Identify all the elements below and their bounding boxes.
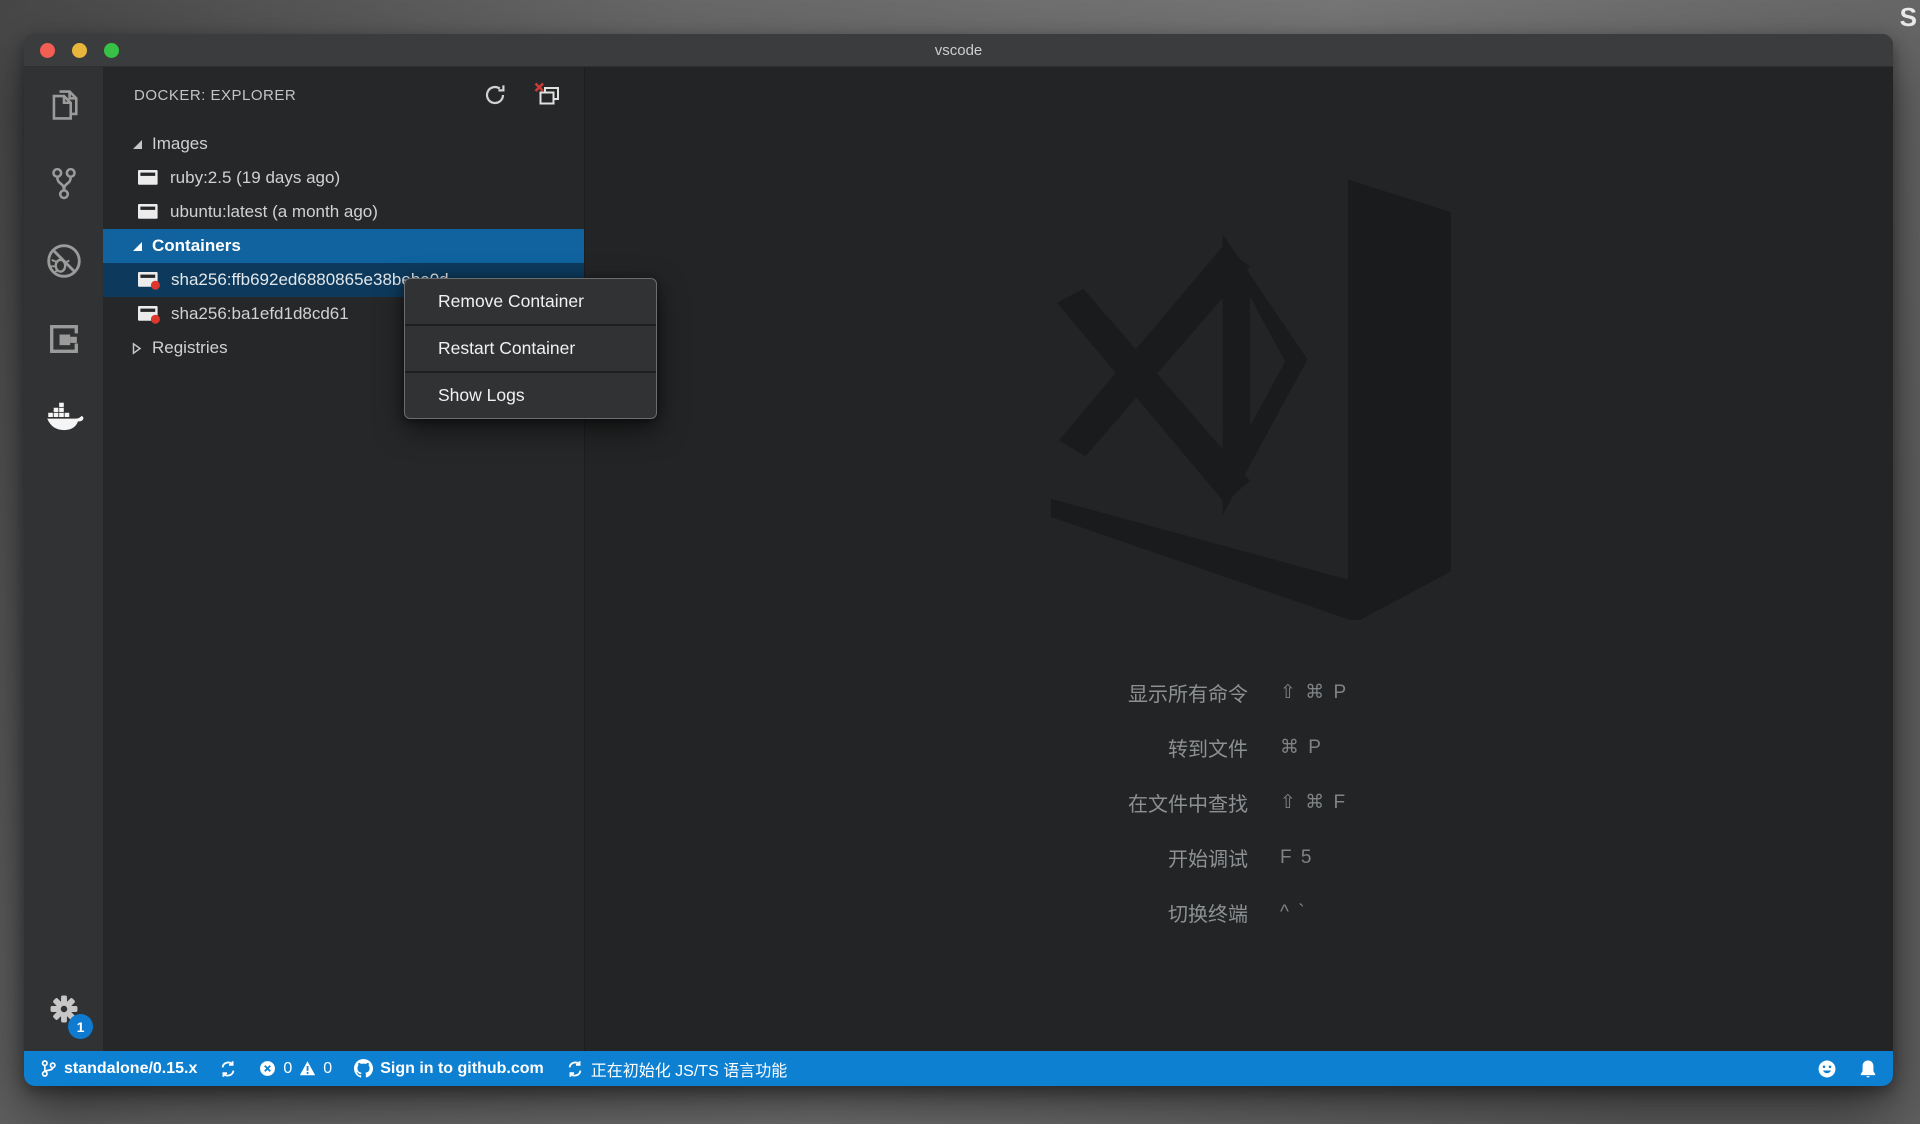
git-branch-icon bbox=[40, 1059, 57, 1078]
github-signin-label: Sign in to github.com bbox=[380, 1060, 544, 1078]
status-bar: standalone/0.15.x bbox=[24, 1051, 1893, 1086]
tree-section-images[interactable]: Images bbox=[103, 127, 584, 161]
shortcut-row: 开始调试 F 5 bbox=[968, 830, 1348, 885]
vscode-logo-watermark bbox=[1040, 115, 1470, 620]
shortcut-keys: F 5 bbox=[1280, 847, 1313, 869]
section-label: Containers bbox=[152, 236, 241, 256]
stopped-container-icon bbox=[137, 271, 161, 290]
section-label: Images bbox=[152, 134, 208, 154]
menu-item-show-logs[interactable]: Show Logs bbox=[405, 373, 656, 418]
activity-docker-button[interactable] bbox=[24, 384, 103, 450]
stopped-container-icon bbox=[137, 305, 161, 324]
language-status[interactable]: 正在初始化 JS/TS 语言功能 bbox=[566, 1057, 787, 1081]
minimize-window-button[interactable] bbox=[72, 43, 87, 58]
menu-item-restart-container[interactable]: Restart Container bbox=[405, 326, 656, 371]
github-icon bbox=[354, 1059, 373, 1078]
chevron-expanded-icon[interactable] bbox=[133, 140, 142, 149]
activity-explorer-button[interactable] bbox=[24, 72, 103, 138]
menu-item-remove-container[interactable]: Remove Container bbox=[405, 279, 656, 324]
prune-containers-icon bbox=[532, 80, 562, 110]
panel-title: DOCKER: EXPLORER bbox=[134, 87, 296, 104]
debug-disabled-icon bbox=[44, 241, 84, 281]
git-branch-status[interactable]: standalone/0.15.x bbox=[40, 1059, 197, 1078]
bell-icon bbox=[1859, 1059, 1877, 1079]
warning-icon bbox=[299, 1060, 316, 1077]
smiley-icon bbox=[1817, 1059, 1837, 1079]
settings-badge: 1 bbox=[68, 1014, 93, 1039]
watermark-shortcuts: 显示所有命令 ⇧ ⌘ P 转到文件 ⌘ P 在文件中查找 ⇧ ⌘ F 开始调试 … bbox=[968, 665, 1348, 940]
sync-changes-button[interactable] bbox=[219, 1060, 237, 1078]
shortcut-row: 显示所有命令 ⇧ ⌘ P bbox=[968, 665, 1348, 720]
desktop-corner-text: S bbox=[1900, 2, 1917, 33]
chevron-expanded-icon[interactable] bbox=[133, 242, 142, 251]
activity-source-control-button[interactable] bbox=[24, 150, 103, 216]
extensions-icon bbox=[45, 320, 83, 358]
editor-area: 显示所有命令 ⇧ ⌘ P 转到文件 ⌘ P 在文件中查找 ⇧ ⌘ F 开始调试 … bbox=[585, 67, 1893, 1051]
refresh-icon bbox=[482, 82, 508, 108]
shortcut-label: 开始调试 bbox=[968, 843, 1248, 872]
settings-button[interactable]: 1 bbox=[24, 979, 103, 1039]
shortcut-label: 在文件中查找 bbox=[968, 788, 1248, 817]
container-context-menu: Remove Container Restart Container Show … bbox=[404, 278, 657, 419]
image-icon bbox=[137, 203, 160, 221]
error-count: 0 bbox=[283, 1060, 292, 1078]
problems-status[interactable]: 0 0 bbox=[259, 1060, 332, 1078]
files-icon bbox=[45, 86, 83, 124]
system-prune-button[interactable] bbox=[532, 80, 562, 110]
image-icon bbox=[137, 169, 160, 187]
loading-spinner-icon bbox=[566, 1060, 584, 1078]
tree-section-containers[interactable]: Containers bbox=[103, 229, 584, 263]
shortcut-label: 切换终端 bbox=[968, 898, 1248, 927]
docker-whale-icon bbox=[43, 401, 85, 433]
item-label: ubuntu:latest (a month ago) bbox=[170, 202, 378, 222]
refresh-button[interactable] bbox=[480, 80, 510, 110]
vscode-window: vscode bbox=[24, 34, 1893, 1086]
shortcut-keys: ^ ` bbox=[1280, 902, 1307, 924]
shortcut-row: 切换终端 ^ ` bbox=[968, 885, 1348, 940]
tree-item-image-ruby[interactable]: ruby:2.5 (19 days ago) bbox=[103, 161, 584, 195]
language-status-label: 正在初始化 JS/TS 语言功能 bbox=[591, 1057, 787, 1081]
maximize-window-button[interactable] bbox=[104, 43, 119, 58]
source-control-icon bbox=[45, 164, 83, 202]
branch-name: standalone/0.15.x bbox=[64, 1060, 197, 1078]
panel-actions bbox=[480, 80, 562, 110]
docker-explorer-panel: DOCKER: EXPLORER bbox=[103, 67, 585, 1051]
chevron-collapsed-icon[interactable] bbox=[131, 342, 142, 355]
tree-item-image-ubuntu[interactable]: ubuntu:latest (a month ago) bbox=[103, 195, 584, 229]
warning-count: 0 bbox=[323, 1060, 332, 1078]
desktop-background: S vscode bbox=[0, 0, 1920, 1124]
activity-extensions-button[interactable] bbox=[24, 306, 103, 372]
github-signin-button[interactable]: Sign in to github.com bbox=[354, 1059, 544, 1078]
notifications-button[interactable] bbox=[1859, 1059, 1877, 1079]
shortcut-keys: ⇧ ⌘ F bbox=[1280, 791, 1347, 814]
window-title: vscode bbox=[935, 42, 983, 59]
activity-bar: 1 bbox=[24, 67, 103, 1051]
sync-icon bbox=[219, 1060, 237, 1078]
activity-debug-button[interactable] bbox=[24, 228, 103, 294]
feedback-button[interactable] bbox=[1817, 1059, 1837, 1079]
section-label: Registries bbox=[152, 338, 228, 358]
shortcut-label: 显示所有命令 bbox=[968, 678, 1248, 707]
error-icon bbox=[259, 1060, 276, 1077]
shortcut-keys: ⌘ P bbox=[1280, 736, 1323, 759]
shortcut-label: 转到文件 bbox=[968, 733, 1248, 762]
title-bar: vscode bbox=[24, 34, 1893, 67]
shortcut-row: 转到文件 ⌘ P bbox=[968, 720, 1348, 775]
shortcut-row: 在文件中查找 ⇧ ⌘ F bbox=[968, 775, 1348, 830]
close-window-button[interactable] bbox=[40, 43, 55, 58]
workbench: 1 DOCKER: EXPLORER bbox=[24, 67, 1893, 1051]
shortcut-keys: ⇧ ⌘ P bbox=[1280, 681, 1348, 704]
item-label: ruby:2.5 (19 days ago) bbox=[170, 168, 340, 188]
item-label: sha256:ba1efd1d8cd61 bbox=[171, 304, 349, 324]
